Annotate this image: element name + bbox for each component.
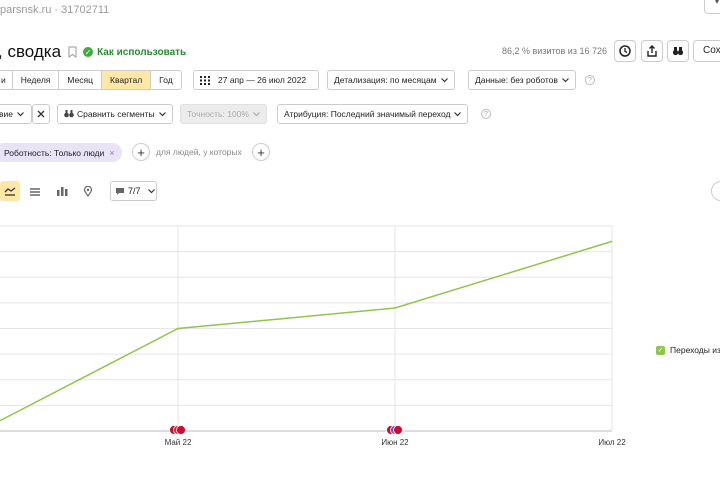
attribution-label: Атрибуция: Последний значимый переход — [284, 109, 451, 119]
detail-label: Детализация: по месяцам — [334, 75, 437, 85]
stacked-area-icon — [30, 188, 40, 196]
counter-info: parsnsk.ru · 31702711 — [0, 4, 110, 16]
x-tick-label: Июн 22 — [381, 438, 409, 447]
compare-segments-label: Сравнить сегменты — [77, 109, 155, 119]
speech-bubble-icon — [116, 187, 124, 195]
notes-count: 7/7 — [128, 186, 141, 196]
page-title: , сводка — [0, 42, 62, 61]
chevron-down-icon — [158, 111, 166, 116]
accuracy-label: Точность: 100% — [187, 109, 249, 119]
checkmark-icon: ✓ — [83, 47, 94, 57]
bookmark-icon[interactable] — [68, 46, 77, 58]
panel-toggle-button[interactable] — [711, 181, 720, 201]
period-quarter[interactable]: Квартал — [101, 71, 151, 89]
detail-select[interactable]: Детализация: по месяцам — [327, 70, 455, 90]
attribution-select[interactable]: Атрибуция: Последний значимый переход — [277, 104, 469, 124]
date-range-picker[interactable]: 27 апр — 26 июл 2022 — [193, 70, 319, 90]
line-chart: Май 22 Июн 22 Июл 22 — [0, 225, 626, 447]
series-line — [0, 240, 613, 422]
history-button[interactable] — [614, 40, 636, 62]
note-dot[interactable] — [393, 425, 403, 435]
chevron-down-icon — [147, 188, 155, 193]
legend-checkbox-icon[interactable]: ✓ — [656, 345, 665, 355]
column-chart-icon — [57, 187, 68, 196]
chevron-down-icon — [17, 111, 24, 116]
chart-legend[interactable]: ✓ Переходы из — [656, 345, 720, 355]
period-week[interactable]: Неделя — [11, 71, 59, 89]
period-year[interactable]: Год — [150, 71, 181, 89]
area-chart-button[interactable] — [25, 181, 45, 201]
window-menu-button[interactable]: ▾ — [704, 0, 720, 14]
add-filter-button[interactable]: + — [132, 143, 150, 161]
calendar-icon — [200, 75, 210, 85]
line-chart-icon — [4, 187, 16, 196]
map-chart-button[interactable] — [78, 181, 98, 201]
chevron-down-icon — [561, 77, 569, 82]
how-to-use-label: Как использовать — [97, 46, 187, 58]
clock-icon — [619, 45, 631, 57]
title-row: , сводка ✓ Как использовать — [0, 40, 186, 64]
grouping-select[interactable]: вие — [0, 104, 32, 124]
clear-button[interactable] — [32, 104, 50, 124]
compare-button[interactable] — [667, 40, 689, 62]
column-chart-button[interactable] — [52, 181, 72, 201]
accuracy-select[interactable]: Точность: 100% — [180, 104, 267, 124]
export-button[interactable] — [641, 40, 663, 62]
help-icon[interactable]: ? — [481, 109, 491, 119]
filter-chip-label: Роботность: Только люди — [4, 147, 105, 158]
line-chart-button[interactable] — [0, 181, 20, 201]
compare-segments-select[interactable]: Сравнить сегменты — [57, 104, 173, 124]
annotation-marker[interactable] — [169, 425, 186, 435]
period-day[interactable]: и — [0, 71, 12, 89]
save-button[interactable]: Сохр — [693, 40, 720, 62]
help-icon[interactable]: ? — [585, 75, 595, 85]
visits-info: 86,2 % визитов из 16 726 — [502, 46, 607, 56]
share-icon — [647, 45, 657, 57]
binoculars-icon — [672, 47, 684, 56]
close-icon — [37, 110, 45, 118]
close-icon[interactable]: × — [109, 148, 114, 158]
map-pin-icon — [83, 185, 93, 197]
period-switcher: и Неделя Месяц Квартал Год — [0, 70, 182, 90]
how-to-use-link[interactable]: ✓ Как использовать — [83, 47, 186, 58]
chevron-down-icon — [440, 77, 448, 82]
chevron-down-icon — [253, 111, 260, 116]
x-tick-label: Июл 22 — [598, 438, 626, 447]
notes-select[interactable]: 7/7 — [110, 181, 157, 201]
data-filter-label: Данные: без роботов — [475, 75, 558, 85]
annotation-marker[interactable] — [386, 425, 403, 435]
plus-icon: + — [137, 144, 145, 160]
compare-segments-icon — [64, 110, 74, 118]
note-dot[interactable] — [176, 425, 186, 435]
period-month[interactable]: Месяц — [58, 71, 101, 89]
chevron-down-icon — [454, 111, 462, 116]
date-range-label: 27 апр — 26 июл 2022 — [218, 75, 307, 85]
legend-series-label: Переходы из — [670, 345, 720, 355]
plus-icon: + — [257, 144, 265, 160]
data-filter-select[interactable]: Данные: без роботов — [468, 70, 576, 90]
grouping-label: вие — [0, 109, 13, 119]
add-condition-button[interactable]: + — [252, 143, 270, 161]
x-tick-label: Май 22 — [165, 438, 192, 447]
filter-chip[interactable]: Роботность: Только люди × — [0, 143, 122, 162]
people-filter-text: для людей, у которых — [156, 147, 242, 157]
